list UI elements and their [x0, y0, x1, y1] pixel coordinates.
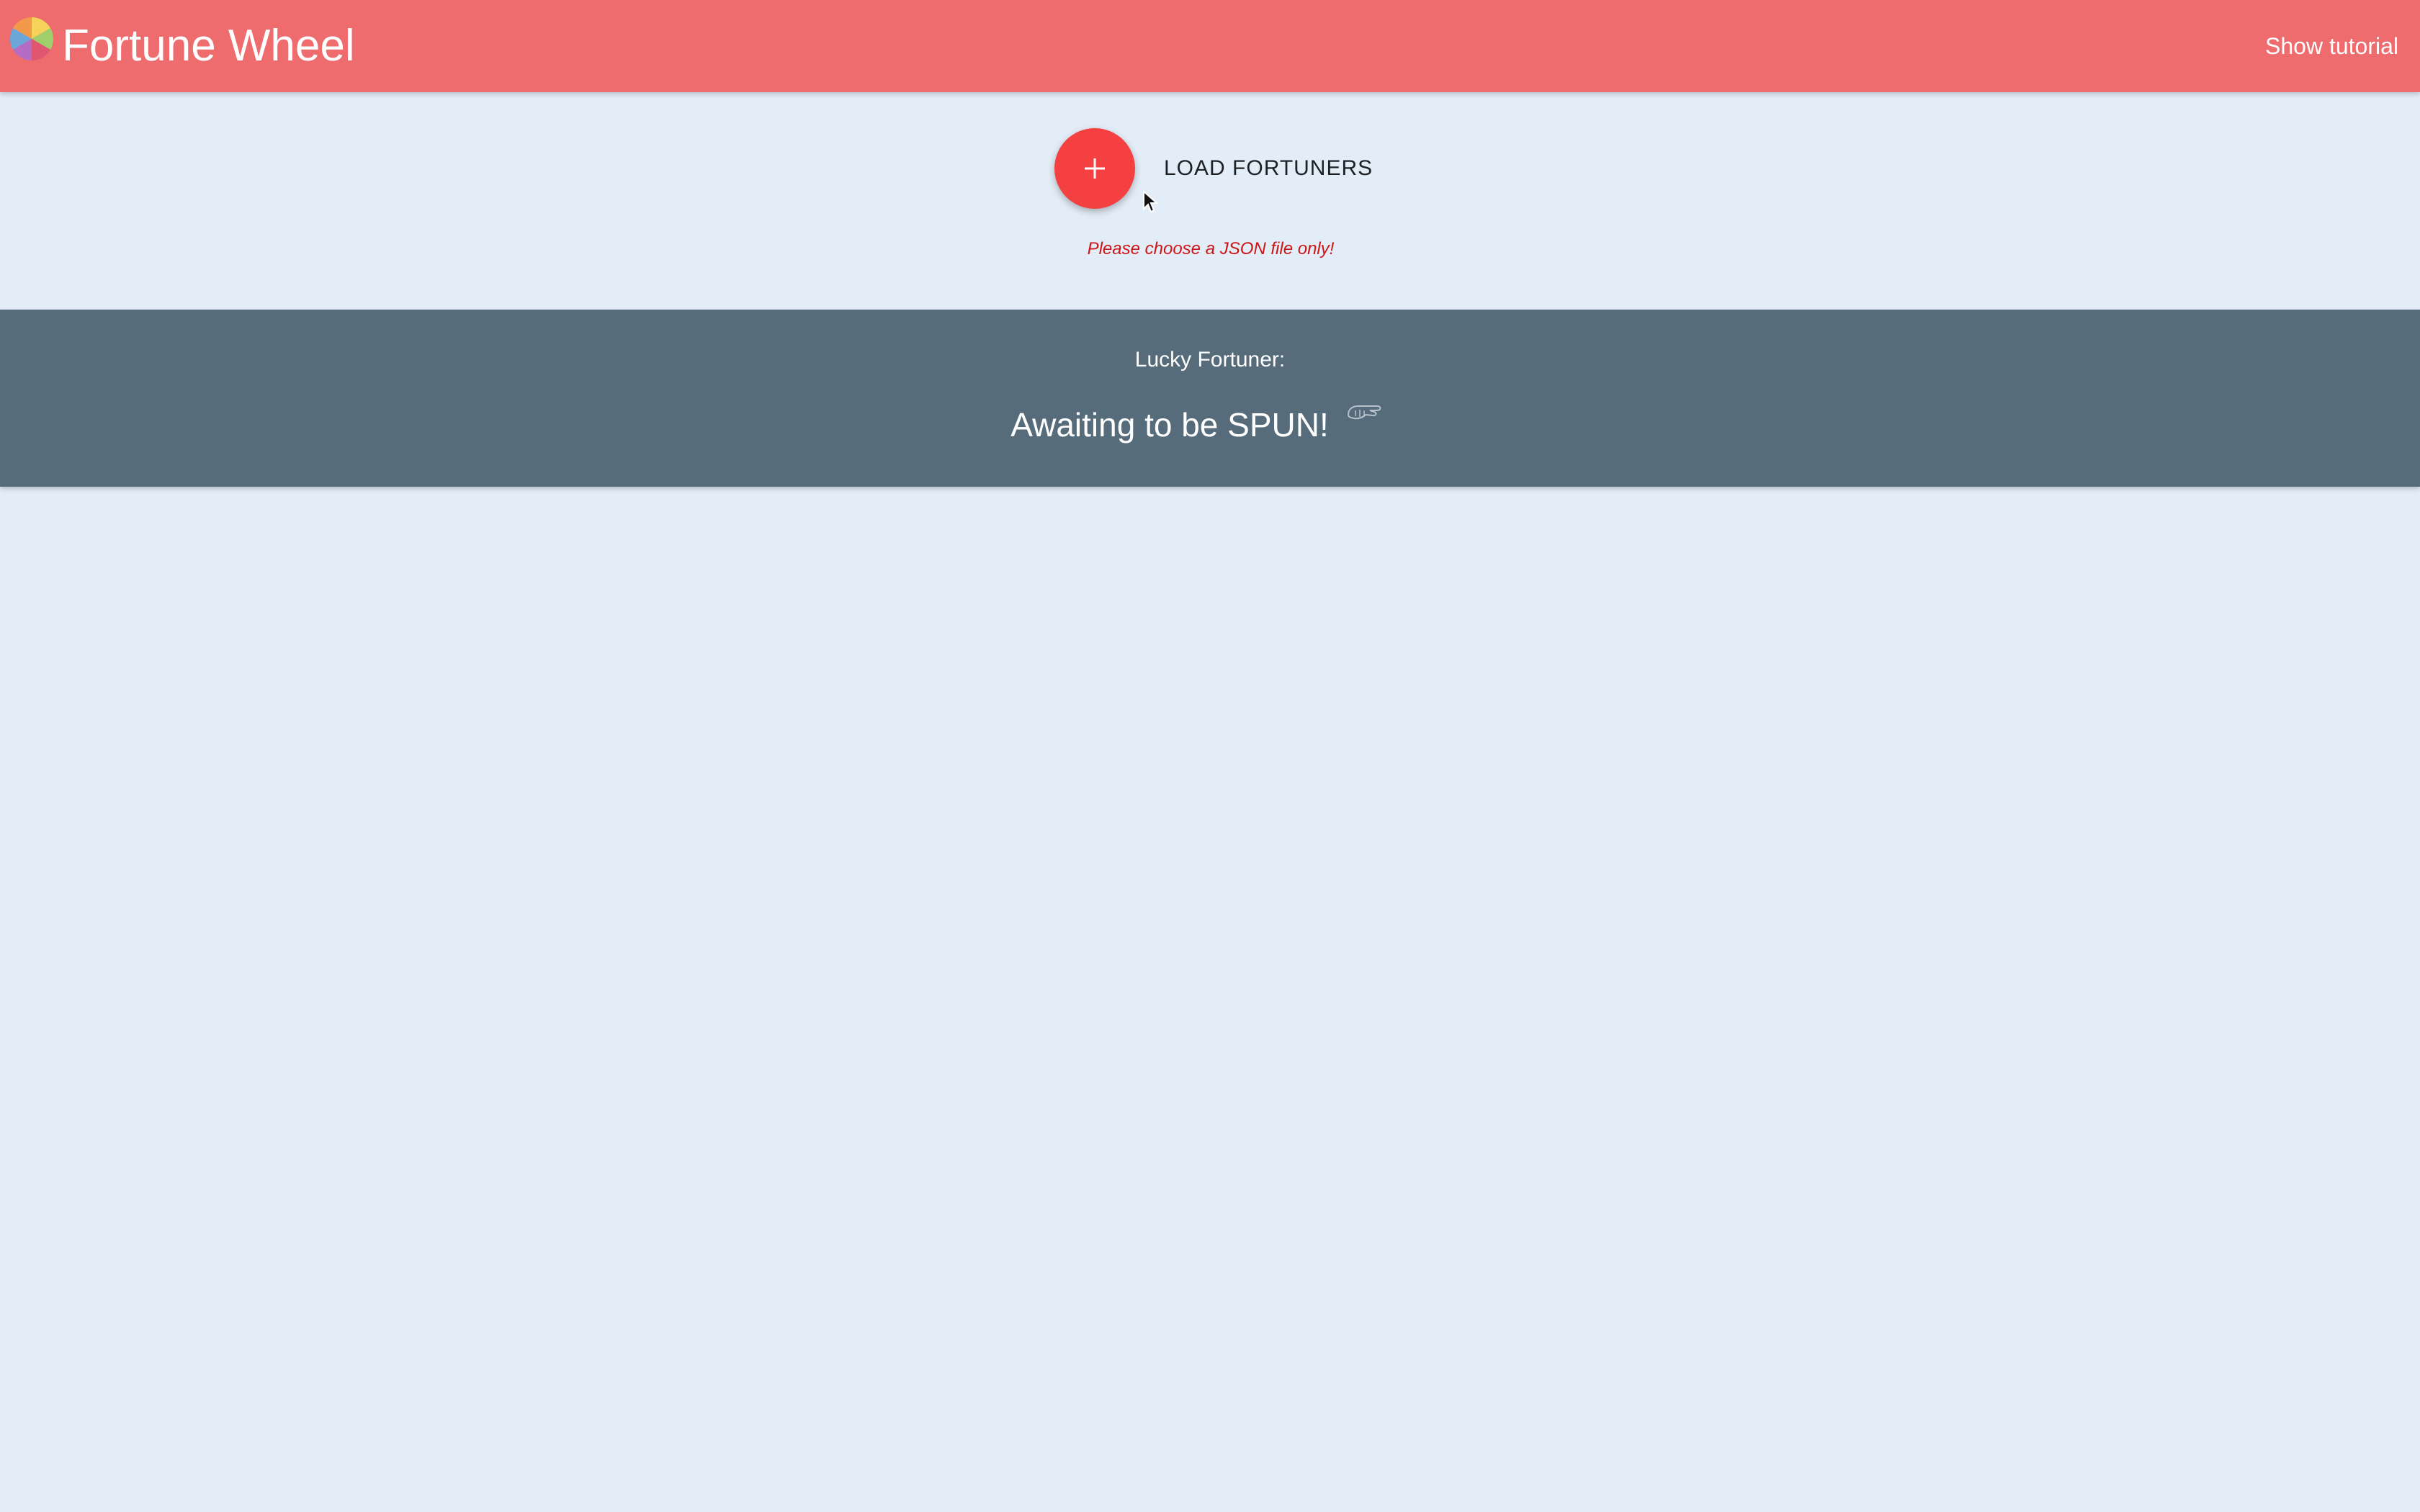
lucky-fortuner-value: Awaiting to be SPUN!: [1010, 406, 1329, 444]
mouse-cursor-icon: [1143, 190, 1158, 213]
load-fortuners-button[interactable]: [1054, 128, 1135, 209]
result-panel: Lucky Fortuner: Awaiting to be SPUN!: [0, 310, 2420, 487]
app-title: Fortune Wheel: [62, 21, 355, 71]
top-bar: Fortune Wheel Show tutorial: [0, 0, 2420, 92]
show-tutorial-link[interactable]: Show tutorial: [2265, 32, 2398, 60]
load-fortuners-label[interactable]: LOAD FORTUNERS: [1164, 154, 1373, 183]
fortune-wheel-logo-icon: [9, 17, 54, 61]
pointing-hand-icon: [1347, 405, 1381, 420]
file-type-error-message: Please choose a JSON file only!: [1087, 239, 1335, 258]
plus-icon: [1085, 158, 1105, 179]
lucky-fortuner-label: Lucky Fortuner:: [1134, 348, 1286, 372]
